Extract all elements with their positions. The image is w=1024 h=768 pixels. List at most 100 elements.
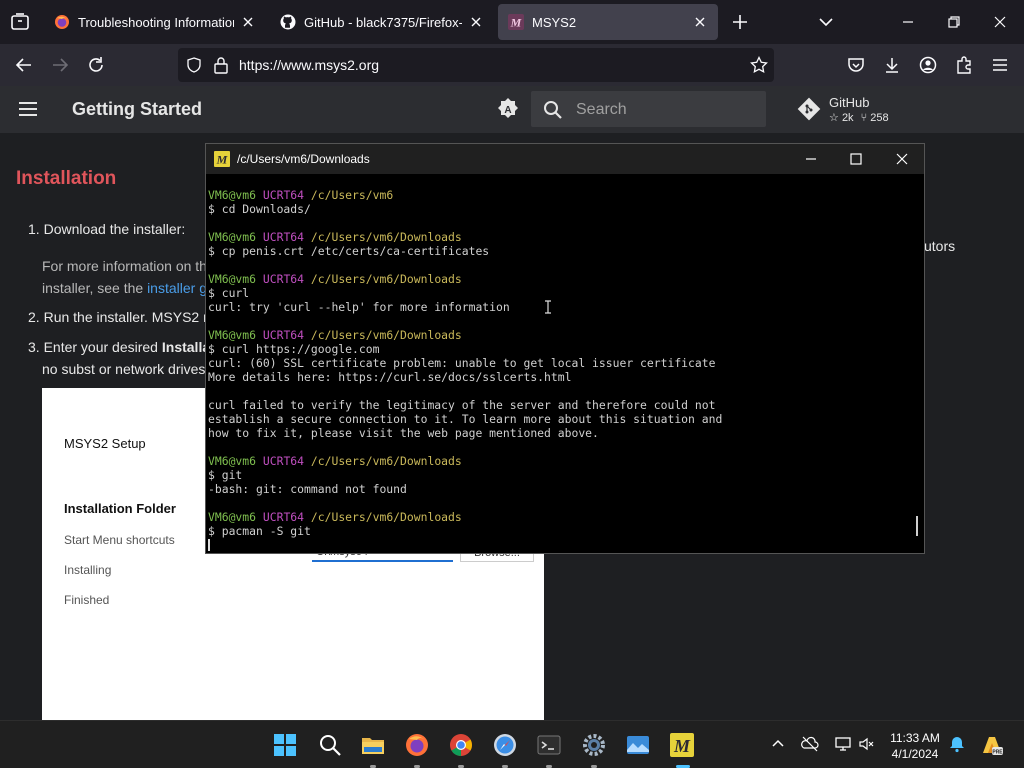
theme-toggle-icon[interactable]: A [496, 97, 520, 121]
terminal-cursor [208, 539, 210, 551]
svg-text:M: M [510, 16, 522, 30]
lock-icon[interactable] [213, 56, 229, 79]
terminal-prompt-line: VM6@vm6 UCRT64 /c/Users/vm6/Downloads [208, 510, 908, 524]
network-icon[interactable] [834, 735, 852, 753]
chrome-icon[interactable] [449, 733, 473, 757]
restore-icon[interactable] [944, 12, 964, 32]
contributors-text-fragment: utors [924, 238, 956, 254]
step-number: 2. [28, 309, 40, 325]
file-explorer-icon[interactable] [361, 733, 385, 757]
photos-icon[interactable] [626, 733, 650, 757]
reload-icon[interactable] [86, 55, 106, 75]
extensions-icon[interactable] [954, 55, 974, 75]
terminal-prompt-line: VM6@vm6 UCRT64 /c/Users/vm6/Downloads [208, 272, 908, 286]
account-icon[interactable] [918, 55, 938, 75]
back-arrow-icon[interactable] [14, 55, 34, 75]
mintty-terminal-window[interactable]: M /c/Users/vm6/Downloads VM6@vm6 UCRT64 … [205, 143, 925, 554]
step-text: Run the installer. MSYS2 re [43, 309, 216, 325]
github-forks: 258 [870, 112, 889, 124]
terminal-output-line: $ curl https://google.com [208, 342, 380, 356]
msys2-icon[interactable]: M [670, 733, 694, 757]
volume-muted-icon[interactable] [858, 735, 876, 753]
shield-icon[interactable] [186, 57, 202, 78]
svg-text:M: M [673, 736, 691, 756]
tab-github[interactable]: GitHub - black7375/Firefox-UI-F [270, 4, 494, 40]
firefox-icon [54, 14, 70, 30]
close-tab-icon[interactable] [692, 14, 708, 30]
github-stars: 2k [841, 112, 854, 124]
terminal-output[interactable]: VM6@vm6 UCRT64 /c/Users/vm6 $ cd Download… [208, 188, 908, 551]
tab-title: Troubleshooting Information [78, 14, 234, 30]
close-tab-icon[interactable] [468, 14, 484, 30]
download-icon[interactable] [882, 55, 902, 75]
prompt-path: /c/Users/vm6/Downloads [304, 510, 462, 524]
pocket-icon[interactable] [846, 55, 866, 75]
chevron-down-icon[interactable] [816, 12, 836, 32]
terminal-output-line: how to fix it, please visit the web page… [208, 426, 599, 440]
notification-bell-icon[interactable] [948, 735, 966, 753]
url-text: https://www.msys2.org [239, 57, 380, 73]
msys2-icon: M [214, 151, 230, 167]
tab-msys2[interactable]: M MSYS2 [498, 4, 718, 40]
prompt-user: VM6@vm6 [208, 188, 257, 202]
onedrive-offline-icon[interactable] [801, 735, 819, 753]
maximize-icon[interactable] [849, 152, 863, 166]
note-line-2: installer, see the installer g [42, 280, 207, 296]
clock-date: 4/1/2024 [891, 747, 939, 761]
prompt-msystem: UCRT64 [256, 188, 305, 202]
prompt-user: VM6@vm6 [208, 454, 257, 468]
close-window-icon[interactable] [990, 12, 1010, 32]
prompt-path: /c/Users/vm6/Downloads [304, 328, 462, 342]
svg-text:A: A [504, 105, 511, 116]
terminal-prompt-line: VM6@vm6 UCRT64 /c/Users/vm6/Downloads [208, 454, 908, 468]
minimize-icon[interactable] [804, 152, 818, 166]
installer-guide-link[interactable]: installer g [147, 280, 207, 296]
firefox-icon[interactable] [405, 733, 429, 757]
site-search-box[interactable]: Search [531, 91, 766, 127]
prompt-user: VM6@vm6 [208, 510, 257, 524]
tab-list-icon[interactable] [8, 10, 32, 34]
terminal-output-line: curl: try 'curl --help' for more informa… [208, 300, 510, 314]
close-icon[interactable] [895, 152, 909, 166]
step-3: 3. Enter your desired Installat [28, 339, 215, 355]
terminal-output-line: $ cp penis.crt /etc/certs/ca-certificate… [208, 244, 490, 258]
bookmark-star-icon[interactable] [750, 55, 768, 79]
prompt-msystem: UCRT64 [256, 328, 305, 342]
prompt-user: VM6@vm6 [208, 230, 257, 244]
safari-icon[interactable] [493, 733, 517, 757]
hamburger-menu-icon[interactable] [18, 99, 38, 119]
fork-icon: ⑂ [860, 112, 868, 124]
windows-taskbar: M 11:33 AM 4/1/2024 PRE [0, 720, 1024, 768]
new-tab-icon[interactable] [730, 12, 750, 32]
menu-icon[interactable] [990, 55, 1010, 75]
minimize-icon[interactable] [898, 12, 918, 32]
show-hidden-icons-chevron-icon[interactable] [769, 735, 787, 753]
terminal-icon[interactable] [537, 733, 561, 757]
tab-strip: Troubleshooting Information GitHub - bla… [0, 0, 1024, 44]
terminal-output-line: $ pacman -S git [208, 524, 311, 538]
tab-troubleshooting[interactable]: Troubleshooting Information [44, 4, 266, 40]
url-bar[interactable]: https://www.msys2.org [178, 48, 774, 82]
taskbar-clock[interactable]: 11:33 AM 4/1/2024 [886, 730, 944, 762]
terminal-output-line: curl: (60) SSL certificate problem: unab… [208, 356, 716, 370]
terminal-output-line: establish a secure connection to it. To … [208, 412, 723, 426]
tab-title: GitHub - black7375/Firefox-UI-F [304, 14, 462, 30]
forward-arrow-icon[interactable] [50, 55, 70, 75]
clock-time: 11:33 AM [890, 731, 940, 745]
windows-start-icon[interactable] [273, 733, 297, 757]
settings-icon[interactable] [582, 733, 606, 757]
step-number: 1. [28, 221, 40, 237]
terminal-titlebar[interactable]: M /c/Users/vm6/Downloads [206, 144, 924, 174]
svg-text:PRE: PRE [992, 749, 1003, 755]
copilot-pre-icon[interactable]: PRE [980, 733, 1004, 757]
git-icon [797, 97, 821, 126]
search-icon[interactable] [318, 733, 342, 757]
terminal-scrollbar[interactable] [916, 516, 918, 536]
github-label: GitHub [829, 95, 870, 110]
site-title[interactable]: Getting Started [72, 99, 202, 120]
terminal-output-line: -bash: git: command not found [208, 482, 407, 496]
close-tab-icon[interactable] [240, 14, 256, 30]
svg-text:M: M [216, 153, 228, 167]
